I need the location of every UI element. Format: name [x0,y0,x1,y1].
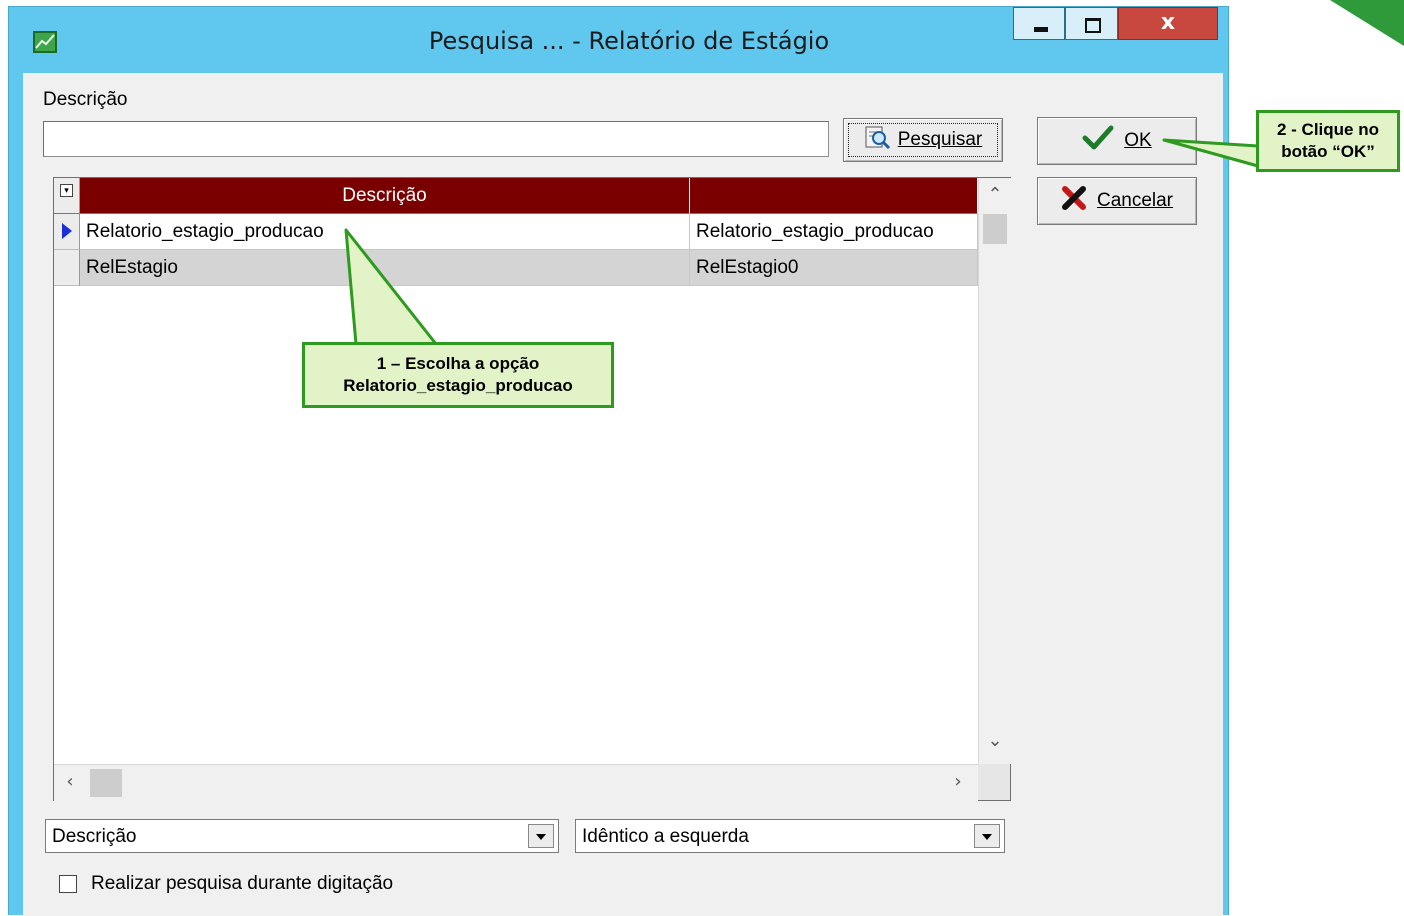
chevron-down-icon[interactable] [974,824,1000,848]
app-icon [33,31,57,53]
column-header-descricao[interactable]: Descrição [80,178,690,214]
search-field-value: Descrição [52,826,137,847]
live-search-checkbox[interactable] [59,875,77,893]
close-button[interactable]: x [1118,7,1218,40]
match-mode-select[interactable]: Idêntico a esquerda [575,819,1005,853]
search-button-focus: Pesquisar [848,123,998,157]
table-cell[interactable]: RelEstagio [80,250,690,286]
close-icon: x [1160,10,1176,35]
live-search-label[interactable]: Realizar pesquisa durante digitação [91,873,393,895]
chevron-down-icon[interactable] [528,824,554,848]
search-icon [864,125,892,155]
search-field-select[interactable]: Descrição [45,819,559,853]
scroll-up-icon[interactable]: ⌃ [979,184,1011,205]
table-cell[interactable]: Relatorio_estagio_producao [80,214,690,250]
window-title: Pesquisa ... - Relatório de Estágio [428,27,830,55]
table-row[interactable]: Relatorio_estagio_producao Relatorio_est… [54,214,978,250]
dropdown-icon: ▾ [60,184,73,197]
step1-callout: 1 – Escolha a opção Relatorio_estagio_pr… [302,342,614,408]
results-grid[interactable]: ▾ Descrição Relatorio_estagio_producao R… [53,177,1011,801]
decorative-corner [1330,0,1404,46]
minimize-icon [1034,27,1048,32]
search-button-label: Pesquisar [897,129,983,150]
search-button[interactable]: Pesquisar [843,118,1003,162]
table-cell[interactable]: Relatorio_estagio_producao [690,214,978,250]
horizontal-scroll-thumb[interactable] [90,769,122,797]
row-indicator [54,250,80,286]
maximize-button[interactable] [1065,7,1118,40]
scroll-down-icon[interactable]: ⌄ [979,730,1011,751]
scrollbar-corner [978,764,1010,800]
cancel-button-label: Cancelar [1096,190,1174,211]
minimize-button[interactable] [1013,7,1065,40]
step2-callout-line2: botão “OK” [1281,142,1375,161]
maximize-icon [1085,18,1101,33]
dialog-window: Pesquisa ... - Relatório de Estágio x De… [8,6,1229,916]
title-bar[interactable]: Pesquisa ... - Relatório de Estágio x [9,7,1228,71]
search-label: Descrição [43,89,128,110]
grid-options-button[interactable]: ▾ [54,178,80,214]
step2-callout-line1: 2 - Clique no [1277,120,1379,139]
dialog-client-area: Descrição Pesquisar ▾ Descrição Relatori… [23,73,1223,916]
ok-button[interactable]: OK [1037,117,1197,165]
match-mode-value: Idêntico a esquerda [582,826,749,847]
step1-callout-line1: 1 – Escolha a opção [376,354,540,373]
checkmark-icon [1082,125,1114,157]
scroll-left-icon[interactable]: ‹ [54,771,86,792]
vertical-scrollbar[interactable]: ⌃ ⌄ [978,178,1011,764]
step2-callout: 2 - Clique no botão “OK” [1256,110,1400,172]
ok-button-label: OK [1124,130,1152,151]
cancel-button[interactable]: Cancelar [1037,177,1197,225]
scroll-right-icon[interactable]: › [942,771,974,792]
column-header-2[interactable] [690,178,978,214]
vertical-scroll-thumb[interactable] [983,214,1007,244]
row-indicator [54,214,80,250]
table-cell[interactable]: RelEstagio0 [690,250,978,286]
x-icon [1061,185,1087,217]
table-row[interactable]: RelEstagio RelEstagio0 [54,250,978,286]
search-input[interactable] [43,121,829,157]
step1-callout-line2: Relatorio_estagio_producao [343,376,573,395]
current-row-icon [62,223,72,239]
horizontal-scrollbar[interactable]: ‹ › [54,764,978,801]
